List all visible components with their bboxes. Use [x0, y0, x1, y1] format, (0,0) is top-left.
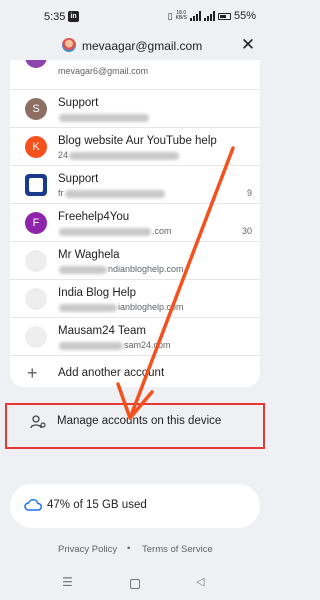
status-icons: ▯ 18.0 KB/S 55% — [168, 10, 256, 22]
account-email: ndianbloghelp.com — [58, 264, 184, 274]
account-row[interactable]: F Freehelp4You .com 30 — [10, 203, 260, 241]
account-row[interactable]: K mevagar6@gmail.com — [10, 60, 260, 86]
add-icon: + — [27, 363, 38, 383]
account-row[interactable]: K Blog website Aur YouTube help 24 — [10, 127, 260, 165]
close-icon[interactable]: ✕ — [240, 36, 256, 53]
account-name: Support — [58, 173, 99, 185]
account-email — [58, 112, 150, 122]
account-header: mevaagar@gmail.com ✕ — [0, 34, 270, 60]
account-email: fr — [58, 188, 166, 198]
separator: • — [127, 543, 131, 554]
linkedin-icon: in — [68, 11, 79, 22]
signal-icon-2 — [203, 11, 215, 21]
account-avatar — [25, 174, 47, 196]
accounts-list: K mevagar6@gmail.com S Support K Blog we… — [10, 60, 260, 387]
account-avatar — [25, 250, 47, 272]
privacy-policy-link[interactable]: Privacy Policy — [58, 544, 117, 555]
account-avatar: K — [25, 60, 47, 68]
account-avatar — [25, 288, 47, 310]
storage-usage: 47% of 15 GB used — [47, 499, 147, 511]
footer: Privacy Policy • Terms of Service — [0, 543, 270, 558]
unread-count: 9 — [246, 188, 252, 198]
terms-of-service-link[interactable]: Terms of Service — [142, 544, 213, 555]
unread-count: 30 — [241, 226, 252, 236]
account-row[interactable]: Support fr 9 — [10, 165, 260, 203]
account-name: Mr Waghela — [58, 249, 120, 261]
highlight-box — [5, 403, 265, 449]
account-name: India Blog Help — [58, 287, 136, 299]
vibrate-icon: ▯ — [167, 10, 173, 21]
account-avatar: K — [25, 136, 47, 158]
add-account-button[interactable]: + Add another account — [10, 355, 260, 387]
cloud-icon — [24, 499, 42, 511]
account-row[interactable]: S Support — [10, 89, 260, 127]
avatar[interactable] — [62, 38, 76, 52]
current-account-email: mevaagar@gmail.com — [82, 39, 203, 53]
account-avatar: F — [25, 212, 47, 234]
signal-icon — [189, 11, 201, 21]
battery-icon — [217, 12, 231, 20]
recents-icon[interactable]: ☰ — [62, 575, 73, 589]
status-time: 5:35 — [44, 11, 66, 23]
battery-percent: 55% — [233, 10, 256, 22]
storage-card[interactable]: 47% of 15 GB used — [10, 484, 260, 528]
account-name: Blog website Aur YouTube help — [58, 135, 217, 147]
account-email: 24 — [58, 150, 180, 160]
network-speed: 18.0 KB/S — [175, 10, 187, 21]
status-bar: 5:35 in ▯ 18.0 KB/S 55% — [0, 0, 270, 34]
add-account-label: Add another account — [58, 367, 165, 379]
back-icon[interactable]: ◁ — [196, 575, 204, 588]
account-row[interactable]: Mr Waghela ndianbloghelp.com — [10, 241, 260, 279]
home-icon[interactable] — [130, 579, 140, 589]
navigation-bar: ☰ ◁ — [0, 575, 270, 593]
account-name: Freehelp4You — [58, 211, 130, 223]
account-row[interactable]: Mausam24 Team sam24.com — [10, 317, 260, 355]
account-name: Mausam24 Team — [58, 325, 146, 337]
account-row[interactable]: India Blog Help ianbloghelp.com — [10, 279, 260, 317]
account-email: sam24.com — [58, 340, 171, 350]
account-email: mevagar6@gmail.com — [58, 66, 149, 76]
account-email: ianbloghelp.com — [58, 302, 184, 312]
account-avatar — [25, 326, 47, 348]
account-name: Support — [58, 97, 99, 109]
account-avatar: S — [25, 98, 47, 120]
account-email: .com — [58, 226, 172, 236]
